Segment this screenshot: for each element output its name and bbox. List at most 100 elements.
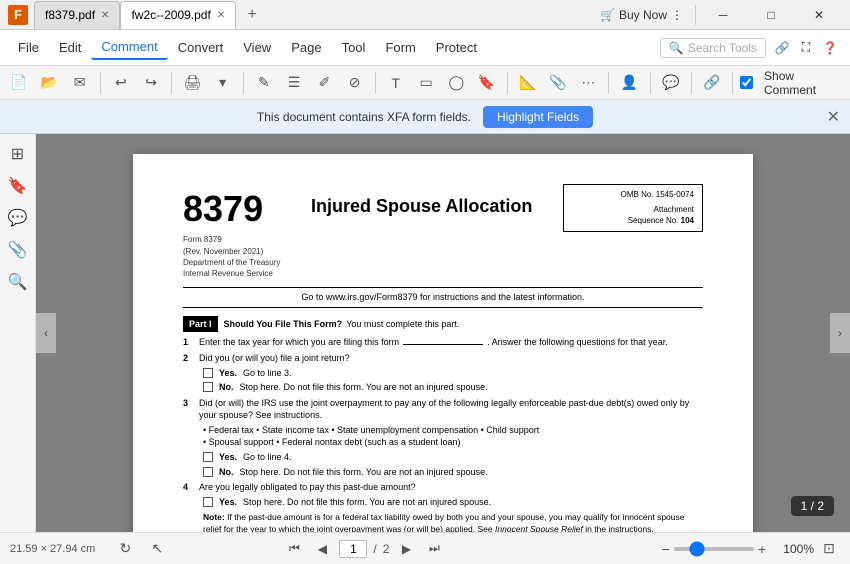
menu-convert[interactable]: Convert: [168, 36, 234, 59]
tb-stamp[interactable]: 🔖: [473, 69, 499, 97]
q4-number: 4: [183, 481, 199, 494]
help-button[interactable]: ❓: [818, 36, 842, 60]
sidebar-attachments-icon[interactable]: 📎: [4, 236, 32, 264]
tb-link[interactable]: 🔗: [699, 69, 725, 97]
maximize-button[interactable]: □: [748, 0, 794, 30]
menu-tool[interactable]: Tool: [332, 36, 376, 59]
form-title: Injured Spouse Allocation: [280, 184, 563, 219]
expand-button[interactable]: ⛶: [794, 36, 818, 60]
q3-row: 3 Did (or will) the IRS use the joint ov…: [183, 397, 703, 422]
tab-f8379-close[interactable]: ✕: [101, 10, 109, 21]
q4-yes-checkbox[interactable]: [203, 497, 213, 507]
refresh-button[interactable]: ↻: [111, 535, 139, 563]
q3-no-checkbox[interactable]: [203, 467, 213, 477]
tb-comment2[interactable]: ☰: [281, 69, 307, 97]
tb-email[interactable]: ✉: [67, 69, 93, 97]
q2-no-row: No. Stop here. Do not file this form. Yo…: [203, 381, 703, 394]
new-tab-button[interactable]: +: [240, 6, 264, 24]
q3-no-text: Stop here. Do not file this form. You ar…: [240, 466, 488, 479]
tb-shape2[interactable]: ◯: [443, 69, 469, 97]
buy-now-button[interactable]: 🛒 Buy Now ⋮: [600, 8, 683, 22]
goto-text: Go to www.irs.gov/Form8379 for instructi…: [183, 287, 703, 308]
sidebar-comments-icon[interactable]: 💬: [4, 204, 32, 232]
tb-dropdown[interactable]: ▾: [209, 69, 235, 97]
first-page-button[interactable]: ⏮: [283, 538, 305, 560]
q2-no-checkbox[interactable]: [203, 382, 213, 392]
q2-number: 2: [183, 352, 199, 365]
close-button[interactable]: ✕: [796, 0, 842, 30]
nav-arrow-right[interactable]: ›: [830, 313, 850, 353]
tab-f8379-label: f8379.pdf: [45, 8, 95, 22]
highlight-fields-button[interactable]: Highlight Fields: [483, 106, 593, 128]
tb-print[interactable]: 🖨: [179, 69, 205, 97]
menu-edit[interactable]: Edit: [49, 36, 91, 59]
page-navigation: ⏮ ◀ / 2 ▶ ⏭: [283, 538, 445, 560]
last-page-button[interactable]: ⏭: [423, 538, 445, 560]
external-link-button[interactable]: 🔗: [770, 36, 794, 60]
q3-yes-text: Go to line 4.: [243, 451, 292, 464]
tb-more[interactable]: ⋯: [575, 69, 601, 97]
page-badge: 1 / 2: [791, 496, 834, 516]
tab-fw2c-label: fw2c--2009.pdf: [131, 8, 210, 22]
tb-text1[interactable]: T: [383, 69, 409, 97]
tb-measure[interactable]: 📐: [515, 69, 541, 97]
pdf-view[interactable]: ‹ 8379 Form 8379 (Rev. November 2021) De…: [36, 134, 850, 532]
q2-yes-label: Yes.: [219, 367, 237, 380]
tab-f8379[interactable]: f8379.pdf ✕: [34, 1, 120, 29]
nav-arrow-left[interactable]: ‹: [36, 313, 56, 353]
tb-comment1[interactable]: ✎: [251, 69, 277, 97]
tab-fw2c-close[interactable]: ✕: [217, 10, 225, 21]
zoom-slider[interactable]: [674, 547, 754, 551]
cursor-tool-button[interactable]: ↖: [143, 535, 171, 563]
sidebar-bookmark-icon[interactable]: 🔖: [4, 172, 32, 200]
part1-subtitle: You must complete this part.: [346, 318, 459, 331]
tb-attach[interactable]: 📎: [545, 69, 571, 97]
tab-fw2c[interactable]: fw2c--2009.pdf ✕: [120, 1, 236, 29]
q2-text: Did you (or will you) file a joint retur…: [199, 352, 350, 365]
menu-file[interactable]: File: [8, 36, 49, 59]
cart-icon: 🛒: [600, 8, 615, 22]
zoom-out-button[interactable]: −: [662, 541, 670, 557]
omb-box: OMB No. 1545-0074 Attachment Sequence No…: [563, 184, 703, 232]
q3-yes-checkbox[interactable]: [203, 452, 213, 462]
tb-redo[interactable]: ↪: [138, 69, 164, 97]
notif-close-button[interactable]: ✕: [827, 107, 840, 127]
sidebar-pages-icon[interactable]: ⊞: [4, 140, 32, 168]
tb-shape1[interactable]: ▭: [413, 69, 439, 97]
tb-undo[interactable]: ↩: [108, 69, 134, 97]
tb-comment3[interactable]: ✐: [311, 69, 337, 97]
prev-page-button[interactable]: ◀: [311, 538, 333, 560]
menu-form[interactable]: Form: [375, 36, 425, 59]
tb-open[interactable]: 📂: [36, 69, 62, 97]
show-comment-checkbox[interactable]: [740, 76, 753, 89]
fit-page-button[interactable]: ⊡: [818, 538, 840, 560]
minimize-button[interactable]: ─: [700, 0, 746, 30]
q3-bullets: • Federal tax • State income tax • State…: [203, 424, 703, 449]
q3-no-row: No. Stop here. Do not file this form. Yo…: [203, 466, 703, 479]
menu-bar: File Edit Comment Convert View Page Tool…: [0, 30, 850, 66]
menu-comment[interactable]: Comment: [91, 35, 167, 60]
menu-page[interactable]: Page: [281, 36, 331, 59]
tb-comment4[interactable]: ⊘: [341, 69, 367, 97]
form-number-block: 8379 Form 8379 (Rev. November 2021) Depa…: [183, 184, 280, 279]
sidebar-search-icon[interactable]: 🔍: [4, 268, 32, 296]
tb-person[interactable]: 👤: [616, 69, 642, 97]
q2-yes-checkbox[interactable]: [203, 368, 213, 378]
q4-text: Are you legally obligated to pay this pa…: [199, 481, 416, 494]
zoom-in-button[interactable]: +: [758, 541, 766, 557]
menu-view[interactable]: View: [233, 36, 281, 59]
q1-field: [403, 344, 483, 345]
next-page-button[interactable]: ▶: [395, 538, 417, 560]
q2-row: 2 Did you (or will you) file a joint ret…: [183, 352, 703, 365]
tb-reply[interactable]: 💬: [658, 69, 684, 97]
page-sep: /: [373, 542, 376, 556]
page-dimensions: 21.59 × 27.94 cm: [10, 543, 95, 555]
part1-header-row: Part I Should You File This Form? You mu…: [183, 316, 703, 333]
menu-protect[interactable]: Protect: [426, 36, 487, 59]
tab-bar: f8379.pdf ✕ fw2c--2009.pdf ✕ +: [34, 1, 600, 29]
search-tools-input[interactable]: 🔍 Search Tools: [660, 38, 766, 58]
pdf-header: 8379 Form 8379 (Rev. November 2021) Depa…: [183, 184, 703, 279]
tb-new[interactable]: 📄: [6, 69, 32, 97]
part1-label: Part I: [183, 316, 218, 333]
page-number-input[interactable]: [339, 540, 367, 558]
